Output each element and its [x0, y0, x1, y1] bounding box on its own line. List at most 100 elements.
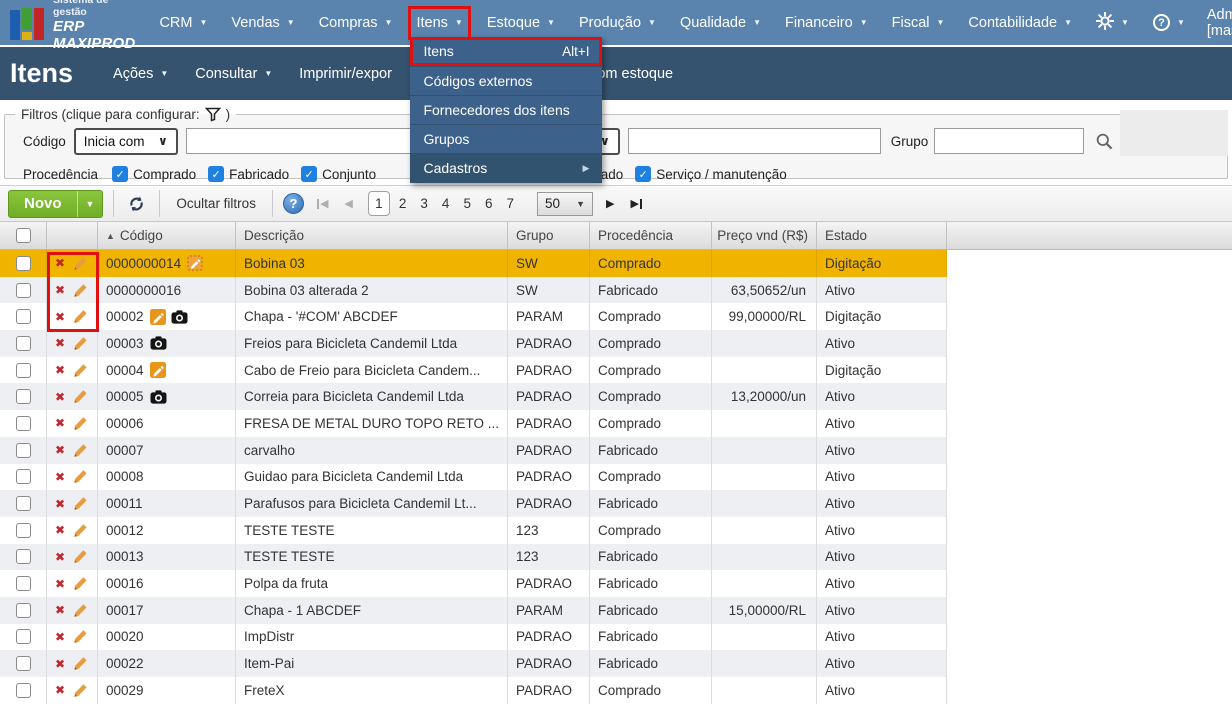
menu-item-cadastros[interactable]: Cadastros ▶ [410, 152, 603, 183]
edit-pencil-icon[interactable] [73, 629, 88, 644]
column-header-codigo[interactable]: ▲ Código [98, 222, 236, 249]
table-row[interactable]: ✖ 00020 ImpDistr PADRAO Fabricado Ativo [0, 623, 947, 651]
table-row[interactable]: ✖ 00003 Freios para Bicicleta Candemil Ltd… [0, 330, 947, 357]
delete-icon[interactable]: ✖ [55, 364, 65, 376]
delete-icon[interactable]: ✖ [55, 471, 65, 483]
nav-item-settings[interactable]: ▼ [1094, 7, 1131, 39]
table-row[interactable]: ✖ 00029 FreteX PADRAO Comprado Ativo [0, 677, 947, 704]
table-row[interactable]: ✖ 00012 TESTE TESTE 123 Comprado Ativo [0, 516, 947, 544]
ocultar-filtros-button[interactable]: Ocultar filtros [170, 196, 262, 211]
table-row[interactable]: ✖ 00011 Parafusos para Bicicleta Candemil … [0, 490, 947, 517]
column-header-descricao[interactable]: Descrição [236, 222, 508, 249]
checkbox-comprado[interactable]: ✓ Comprado [112, 166, 196, 182]
previous-page-icon[interactable]: ◀ [341, 197, 355, 210]
edit-pencil-icon[interactable] [73, 256, 88, 271]
funnel-icon[interactable] [204, 107, 221, 122]
edit-pencil-icon[interactable] [73, 309, 88, 324]
delete-icon[interactable]: ✖ [55, 337, 65, 349]
edit-note-icon[interactable] [149, 362, 166, 379]
last-page-icon[interactable]: ▶ [627, 197, 644, 210]
table-row[interactable]: ✖ 00022 Item-Pai PADRAO Fabricado Ativo [0, 650, 947, 677]
camera-icon[interactable] [171, 310, 188, 324]
menu-item-codigos-externos[interactable]: Códigos externos [410, 65, 603, 95]
table-row[interactable]: ✖ 00013 TESTE TESTE 123 Fabricado Ativo [0, 543, 947, 571]
edit-note-icon[interactable] [149, 308, 166, 325]
page-menu-item-acoes[interactable]: Ações ▼ [113, 66, 168, 82]
edit-pencil-icon[interactable] [73, 283, 88, 298]
table-row[interactable]: ✖ 00005 Correia para Bicicleta Candemil Lt… [0, 383, 947, 411]
app-logo[interactable]: Sistema de gestão ERP MAXIPROD [6, 0, 145, 55]
delete-icon[interactable]: ✖ [55, 658, 65, 670]
table-row[interactable]: ✖ 00016 Polpa da fruta PADRAO Fabricado Ativo [0, 570, 947, 597]
edit-pencil-icon[interactable] [73, 363, 88, 378]
nav-item-vendas[interactable]: Vendas ▼ [229, 10, 296, 36]
row-checkbox[interactable] [15, 362, 31, 378]
camera-icon[interactable] [150, 336, 167, 351]
edit-pencil-icon[interactable] [73, 523, 88, 538]
edit-pencil-icon[interactable] [73, 443, 88, 458]
edit-pencil-icon[interactable] [73, 603, 88, 618]
delete-icon[interactable]: ✖ [55, 257, 65, 269]
grupo-filter-input[interactable] [934, 128, 1085, 154]
row-checkbox[interactable] [15, 549, 31, 565]
page-number-6[interactable]: 6 [480, 196, 498, 211]
page-menu-item-imprimir-expor[interactable]: Imprimir/expor [299, 66, 392, 82]
menu-item-grupos[interactable]: Grupos [410, 123, 603, 153]
column-header-grupo[interactable]: Grupo [508, 222, 590, 249]
search-icon[interactable] [1092, 132, 1117, 151]
page-number-7[interactable]: 7 [501, 196, 519, 211]
column-header-estado[interactable]: Estado [817, 222, 947, 249]
row-checkbox[interactable] [15, 629, 31, 645]
nav-item-crm[interactable]: CRM ▼ [157, 10, 209, 36]
edit-note-dashed-icon[interactable] [187, 255, 203, 272]
edit-pencil-icon[interactable] [73, 576, 88, 591]
row-checkbox[interactable] [15, 282, 31, 298]
page-number-3[interactable]: 3 [415, 196, 433, 211]
table-row[interactable]: ✖ 00007 carvalho PADRAO Fabricado Ativo [0, 436, 947, 464]
page-number-2[interactable]: 2 [394, 196, 412, 211]
page-number-4[interactable]: 4 [437, 196, 455, 211]
page-number-1[interactable]: 1 [367, 191, 390, 216]
column-header-preco-vnd-r[interactable]: Preço vnd (R$) [712, 222, 817, 249]
edit-pencil-icon[interactable] [73, 389, 88, 404]
nav-item-itens[interactable]: Itens ▼ Itens Alt+I Códigos externos Forneced… [408, 5, 603, 183]
menu-item-fornecedores-dos-itens[interactable]: Fornecedores dos itens [410, 94, 603, 124]
row-checkbox[interactable] [15, 522, 31, 538]
help-icon[interactable]: ? [282, 193, 304, 214]
row-checkbox[interactable] [15, 442, 31, 458]
menu-item-itens[interactable]: Itens Alt+I [410, 36, 603, 66]
table-row[interactable]: ✖ 00008 Guidao para Bicicleta Candemil Ltd… [0, 463, 947, 491]
user-menu[interactable]: Admin [master] [1207, 7, 1232, 39]
delete-icon[interactable]: ✖ [55, 578, 65, 590]
row-checkbox[interactable] [15, 309, 31, 325]
first-page-icon[interactable]: ◀ [314, 197, 331, 210]
row-checkbox[interactable] [15, 469, 31, 485]
delete-icon[interactable]: ✖ [55, 417, 65, 429]
nav-item-estoque[interactable]: Estoque ▼ [485, 10, 557, 36]
edit-pencil-icon[interactable] [73, 683, 88, 698]
nav-item-compras[interactable]: Compras ▼ [317, 10, 395, 36]
edit-pencil-icon[interactable] [73, 336, 88, 351]
row-checkbox[interactable] [15, 496, 31, 512]
row-checkbox[interactable] [15, 602, 31, 618]
checkbox-fabricado[interactable]: ✓ Fabricado [208, 166, 289, 182]
row-checkbox[interactable] [15, 255, 31, 271]
edit-pencil-icon[interactable] [73, 496, 88, 511]
codigo-operator-select[interactable]: Inicia com ∨ [73, 127, 178, 155]
camera-icon[interactable] [150, 390, 167, 404]
nav-item-help[interactable]: ? ▼ [1151, 9, 1187, 36]
column-header-procedencia[interactable]: Procedência [590, 222, 712, 249]
delete-icon[interactable]: ✖ [55, 551, 65, 563]
delete-icon[interactable]: ✖ [55, 311, 65, 323]
nav-item-qualidade[interactable]: Qualidade ▼ [678, 10, 763, 36]
page-number-5[interactable]: 5 [458, 196, 476, 211]
nav-item-contabilidade[interactable]: Contabilidade ▼ [966, 10, 1074, 36]
edit-pencil-icon[interactable] [73, 416, 88, 431]
table-row[interactable]: ✖ 00004 Cabo de Freio para Bicicleta Cande… [0, 356, 947, 384]
nav-item-producao[interactable]: Produção ▼ [577, 10, 658, 36]
select-all-checkbox[interactable] [15, 228, 31, 243]
table-row[interactable]: ✖ 00017 Chapa - 1 ABCDEF PARAM Fabricado 15,0… [0, 596, 947, 624]
row-checkbox[interactable] [15, 682, 31, 698]
table-row[interactable]: ✖ 0000000016 Bobina 03 alterada 2 SW Fabrica… [0, 276, 947, 304]
delete-icon[interactable]: ✖ [55, 391, 65, 403]
